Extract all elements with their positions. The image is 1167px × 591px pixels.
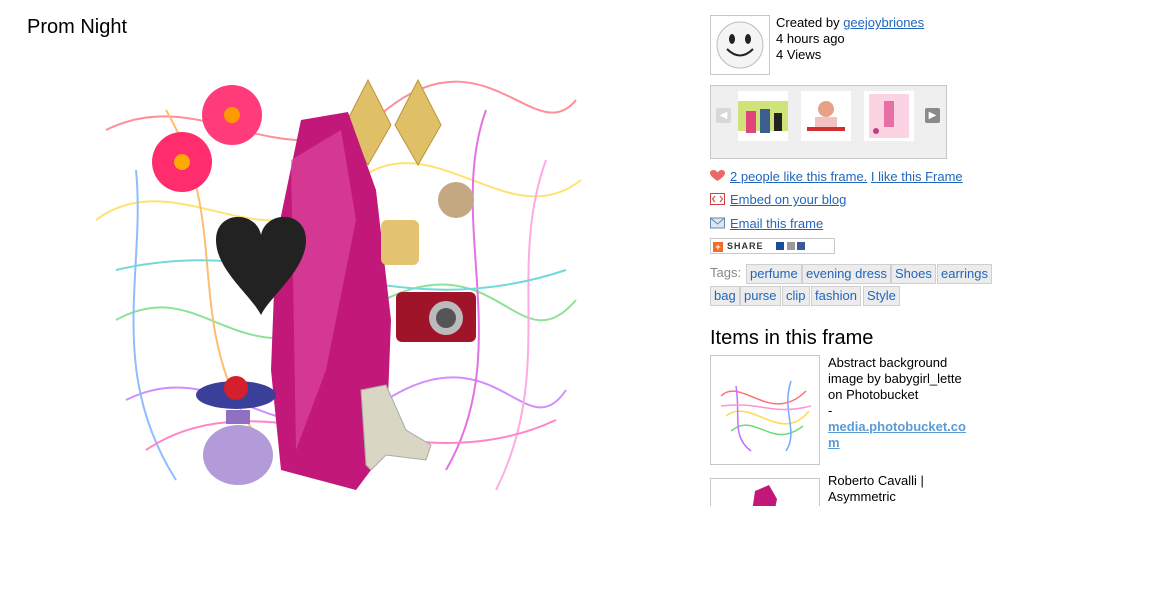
heart-icon (710, 170, 725, 182)
item-description: Abstract background image by babygirl_le… (828, 355, 973, 451)
avatar[interactable] (710, 15, 770, 75)
created-by-label: Created by (776, 15, 844, 30)
carousel-thumbnail[interactable] (801, 91, 851, 141)
page-bottom-area (700, 506, 1167, 591)
tag-bag[interactable]: bag (710, 286, 740, 306)
likes-row: 2 people like this frame. I like this Fr… (710, 169, 963, 185)
items-heading: Items in this frame (710, 327, 874, 349)
view-count: 4 Views (776, 47, 822, 62)
item-thumbnail[interactable] (710, 355, 820, 465)
social-icons (776, 241, 806, 251)
tag-style[interactable]: Style (863, 286, 900, 306)
carousel-thumbnail[interactable] (738, 91, 788, 141)
envelope-icon (710, 217, 725, 229)
email-row: Email this frame (710, 216, 823, 232)
time-ago: 4 hours ago (776, 31, 845, 46)
carousel-prev-button[interactable]: ◀ (716, 108, 731, 123)
related-frames-carousel: ◀ ▶ (710, 85, 947, 159)
share-button[interactable]: + SHARE (710, 238, 835, 254)
tag-clip[interactable]: clip (782, 286, 810, 306)
likes-count-link[interactable]: 2 people like this frame. (730, 169, 867, 184)
tags-label: Tags: (710, 265, 742, 280)
tag-perfume[interactable]: perfume (746, 264, 802, 284)
item-title: Abstract background image by babygirl_le… (828, 355, 962, 402)
email-link[interactable]: Email this frame (730, 216, 823, 231)
arrow-left-icon: ◀ (719, 110, 728, 121)
page-title: Prom Night (27, 16, 128, 38)
like-frame-link[interactable]: I like this Frame (871, 169, 963, 184)
carousel-thumbnail[interactable] (864, 91, 914, 141)
share-label: SHARE (727, 241, 764, 251)
share-plus-icon: + (713, 242, 723, 252)
item-source-link[interactable]: media.photobucket.com (828, 419, 966, 450)
creator-username-link[interactable]: geejoybriones (843, 15, 924, 30)
collage-image (86, 70, 586, 506)
embed-icon (710, 193, 725, 205)
tag-fashion[interactable]: fashion (811, 286, 861, 306)
item-separator: - (828, 403, 833, 418)
embed-link[interactable]: Embed on your blog (730, 192, 846, 207)
item-description: Roberto Cavalli | Asymmetric (828, 473, 973, 505)
carousel-next-button[interactable]: ▶ (925, 108, 940, 123)
smiley-face-icon (716, 21, 764, 69)
tag-shoes[interactable]: Shoes (891, 264, 936, 284)
embed-row: Embed on your blog (710, 192, 846, 208)
item-title: Roberto Cavalli | Asymmetric (828, 473, 924, 504)
tag-earrings[interactable]: earrings (937, 264, 992, 284)
arrow-right-icon: ▶ (928, 110, 937, 121)
tag-purse[interactable]: purse (740, 286, 781, 306)
tag-evening-dress[interactable]: evening dress (802, 264, 891, 284)
